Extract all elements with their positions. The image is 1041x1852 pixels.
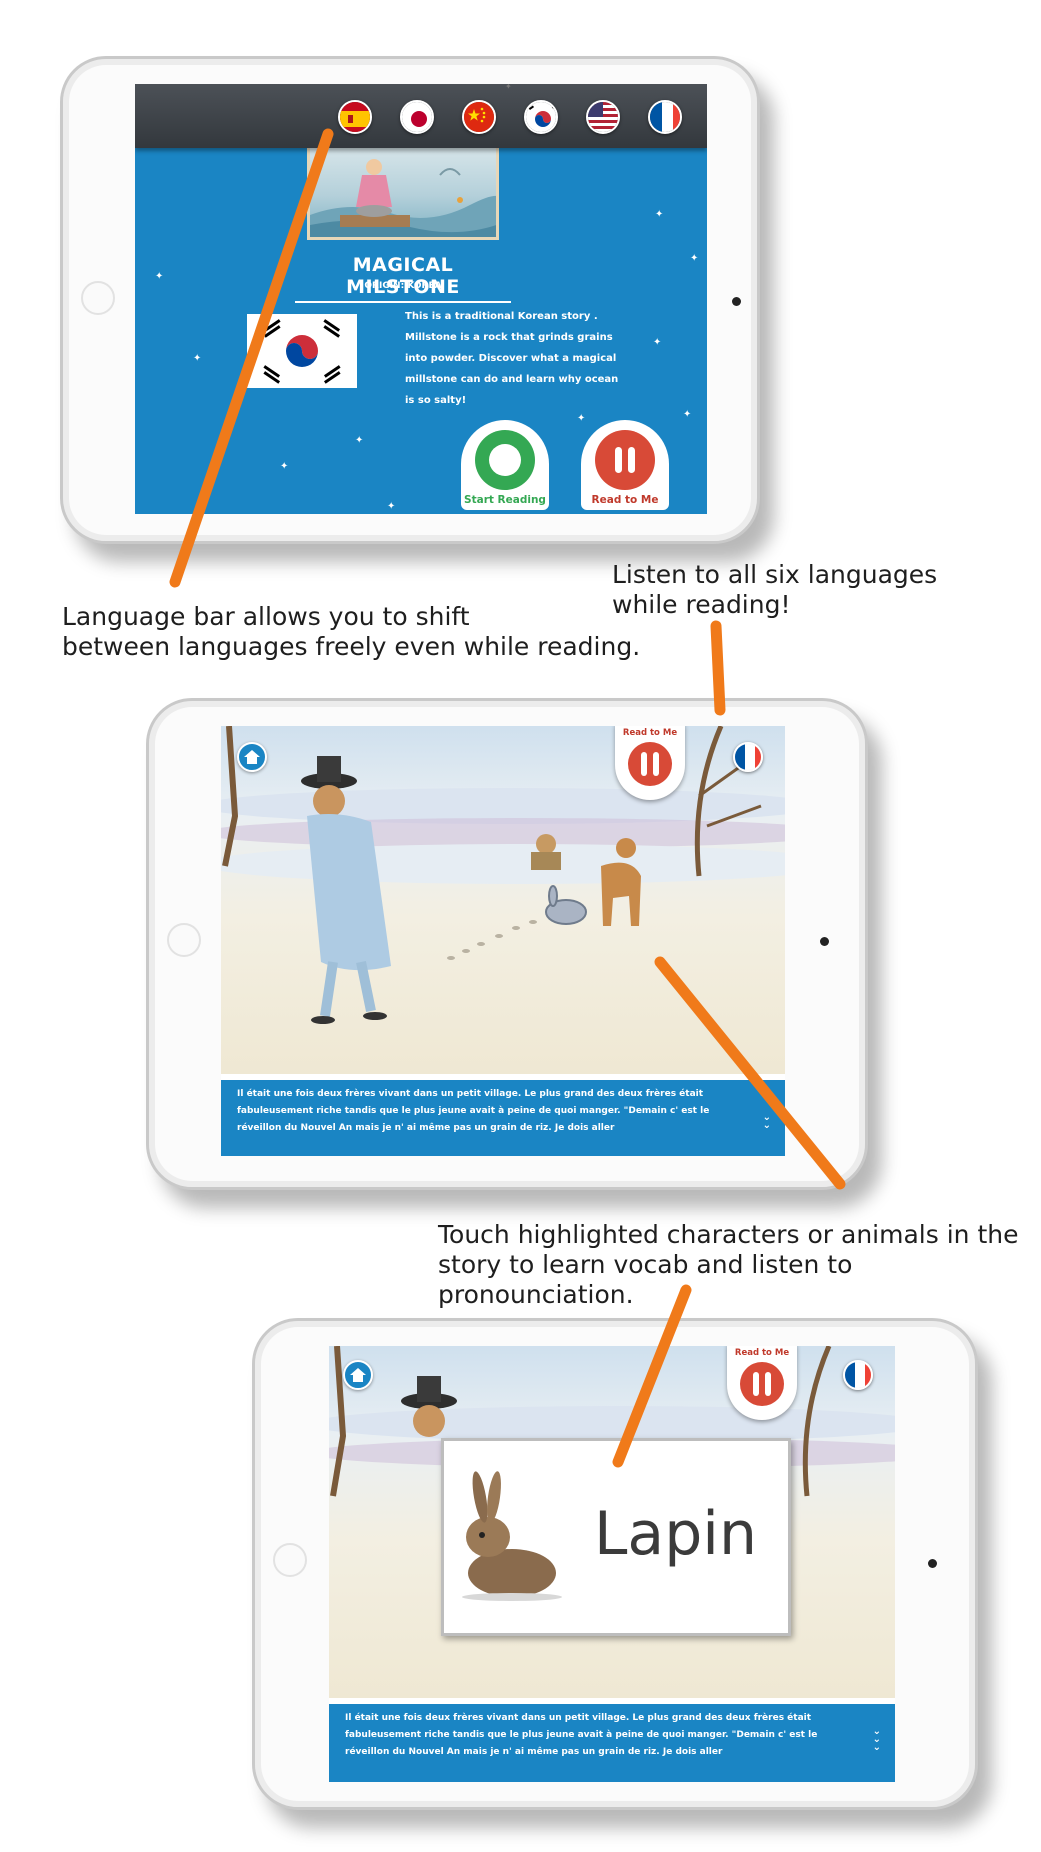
vocab-word[interactable]: Lapin [594,1499,757,1569]
language-bar: ✦ [135,84,707,148]
ipad-frame-vocab: Read to Me Lapin Il était une fois deux … [252,1318,978,1810]
french-flag-graphic [650,102,680,132]
read-to-me-label: Read to Me [734,1348,790,1358]
french-flag-icon[interactable] [733,742,763,772]
annotation-language-bar: Language bar allows you to shift between… [62,602,641,661]
ipad-camera [732,297,741,306]
pause-icon [595,430,655,490]
rabbit-illustration [462,1471,562,1601]
pause-icon [628,742,672,786]
read-to-me-label: Read to Me [622,728,678,738]
star-decoration: ✦ [387,501,396,512]
pause-icon [740,1362,784,1406]
ipad-camera [928,1559,937,1568]
us-flag-icon[interactable] [586,100,620,134]
star-decoration: ✦ [655,209,664,220]
french-flag-icon[interactable] [843,1360,873,1390]
korean-flag-icon[interactable] [524,100,558,134]
japanese-flag-icon[interactable] [400,100,434,134]
star-decoration: ✦ [355,435,364,446]
story-text-panel: Il était une fois deux frères vivant dan… [221,1080,785,1156]
story-cover-image[interactable] [307,142,499,240]
star-decoration: ✦ [683,409,692,420]
us-flag-graphic [588,102,618,132]
vocab-screen: Read to Me Lapin Il était une fois deux … [329,1346,895,1782]
star-decoration: ✦ [155,271,164,282]
star-decoration: ✦ [653,337,662,348]
cover-illustration [310,159,496,237]
chinese-flag-icon[interactable] [462,100,496,134]
vocab-card[interactable]: Lapin [441,1438,791,1636]
annotation-listen-all: Listen to all six languages while readin… [612,560,938,619]
story-origin: ORIGIN: KOREA [364,281,442,291]
story-illustration: Read to Me [329,1346,895,1698]
story-text-panel: Il était une fois deux frères vivant dan… [329,1704,895,1782]
chinese-flag-graphic [464,102,494,132]
house-glyph [244,750,260,764]
reading-screen: Read to Me Il était une fois deux frères… [221,726,785,1156]
story-text: Il était une fois deux frères vivant dan… [237,1089,710,1133]
home-icon[interactable] [343,1360,373,1390]
star-decoration: ✦ [280,461,289,472]
start-reading-ring-icon [475,430,535,490]
scroll-down-chevron-icon[interactable]: ⌄ ⌄ [763,1113,771,1131]
story-text: Il était une fois deux frères vivant dan… [345,1713,818,1757]
ipad-home-button [167,923,201,957]
french-flag-icon[interactable] [648,100,682,134]
house-glyph [350,1368,366,1382]
japanese-flag-graphic [402,102,432,132]
story-illustration: Read to Me [221,726,785,1074]
scroll-down-chevron-icon[interactable]: ⌄ ⌄ ⌄ [873,1727,881,1753]
story-detail-screen: ✦ ✦ ✦ ✦ ✦ ✦ ✦ ✦ ✦ ✦ ✦ ✦ MAGICAL MILSTONE… [135,84,707,514]
spanish-flag-graphic [340,102,370,132]
annotation-touch-characters: Touch highlighted characters or animals … [438,1220,1019,1309]
korean-flag-large-graphic [247,314,357,388]
read-to-me-label: Read to Me [591,494,659,506]
star-decoration: ✦ [505,84,512,91]
start-reading-label: Start Reading [464,494,546,506]
read-to-me-tab[interactable]: Read to Me [615,726,685,800]
start-reading-button[interactable]: Start Reading [461,420,549,510]
read-to-me-button[interactable]: Read to Me [581,420,669,510]
rabbit-image [452,1461,566,1601]
ipad-frame-reading: Read to Me Il était une fois deux frères… [146,698,868,1190]
star-decoration: ✦ [577,413,586,424]
korean-flag-graphic [526,102,556,132]
star-decoration: ✦ [690,253,699,264]
korean-flag-large-icon [247,314,357,388]
star-decoration: ✦ [193,353,202,364]
ipad-frame-story-detail: ✦ ✦ ✦ ✦ ✦ ✦ ✦ ✦ ✦ ✦ ✦ ✦ MAGICAL MILSTONE… [60,56,760,544]
home-icon[interactable] [237,742,267,772]
ipad-home-button [81,281,115,315]
story-description: This is a traditional Korean story . Mil… [405,311,619,406]
ipad-camera [820,937,829,946]
ipad-home-button [273,1543,307,1577]
winter-scene [222,726,762,1024]
star-decoration: ✦ [285,241,294,252]
read-to-me-tab[interactable]: Read to Me [727,1346,797,1420]
story-title: MAGICAL MILSTONE [295,254,511,303]
spanish-flag-icon[interactable] [338,100,372,134]
